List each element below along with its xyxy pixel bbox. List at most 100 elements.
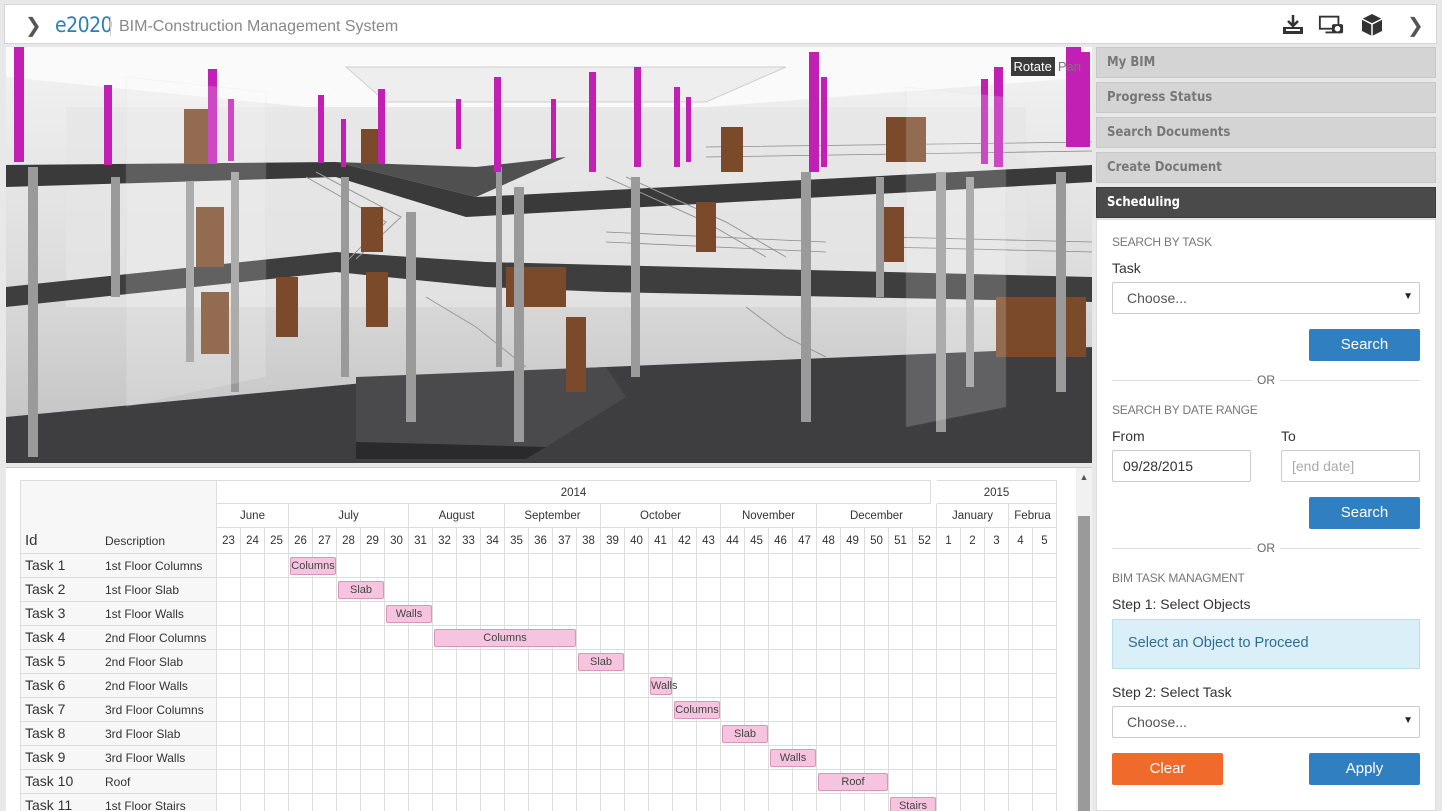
grid-cell [985,626,1009,650]
pan-mode-button[interactable]: Pan [1055,57,1084,76]
section-create-document[interactable]: Create Document [1096,152,1436,183]
grid-cell [457,650,481,674]
task-select[interactable]: Choose... ▼ [1112,282,1420,314]
task-bar[interactable]: Walls [386,605,432,623]
grid-cell [601,674,625,698]
grid-cell [793,770,817,794]
grid-cell [385,770,409,794]
task-bar[interactable]: Walls [650,677,677,695]
grid-cell [457,722,481,746]
table-row[interactable]: Task 1 1st Floor Columns [20,554,217,578]
task-bar[interactable]: Columns [290,557,336,575]
apply-button[interactable]: Apply [1309,753,1420,785]
table-row[interactable]: Task 10 Roof [20,770,217,794]
top-bar: ❯ e2020 BIM-Construction Management Syst… [4,4,1437,44]
grid-cell [961,578,985,602]
table-row[interactable]: Task 3 1st Floor Walls [20,602,217,626]
task-id: Task 2 [25,581,66,597]
column-header-id: Id [25,532,38,549]
task-id: Task 10 [25,773,74,789]
grid-cell [865,674,889,698]
grid-cell [601,698,625,722]
section-progress-status[interactable]: Progress Status [1096,82,1436,113]
grid-cell [625,578,649,602]
week-header: 49 [841,528,865,554]
grid-cell [865,794,889,811]
grid-cell [409,554,433,578]
table-row[interactable]: Task 11 1st Floor Stairs [20,794,217,811]
grid-cell [913,650,937,674]
table-row[interactable]: Task 2 1st Floor Slab [20,578,217,602]
grid-cell [673,794,697,811]
grid-cell [745,626,769,650]
from-date-input[interactable]: 09/28/2015 [1112,450,1251,482]
grid-cell [553,650,577,674]
screenshot-icon[interactable] [1318,13,1344,37]
task-bar[interactable]: Slab [722,725,768,743]
grid-cell [409,674,433,698]
step2-task-select[interactable]: Choose... ▼ [1112,706,1420,738]
grid-cell [265,626,289,650]
search-by-date-title: SEARCH BY DATE RANGE [1112,403,1258,417]
task-bar[interactable]: Slab [578,653,624,671]
task-description: 3rd Floor Slab [105,727,181,741]
grid-cell [577,770,601,794]
bim-3d-viewer[interactable]: Rotate Pan [6,47,1092,463]
table-row[interactable]: Task 9 3rd Floor Walls [20,746,217,770]
grid-cell [937,746,961,770]
task-id: Task 3 [25,605,66,621]
grid-cell [457,554,481,578]
grid-cell [385,698,409,722]
search-by-task-button[interactable]: Search [1309,329,1420,361]
section-search-documents[interactable]: Search Documents [1096,117,1436,148]
section-my-bim[interactable]: My BIM [1096,47,1436,78]
grid-cell [697,722,721,746]
grid-cell [553,770,577,794]
task-bar[interactable]: Columns [674,701,720,719]
expand-chevron-icon[interactable]: ❯ [25,13,42,37]
grid-cell [457,602,481,626]
table-row[interactable]: Task 4 2nd Floor Columns [20,626,217,650]
grid-cell [241,698,265,722]
scroll-up-arrow-icon[interactable]: ▲ [1076,472,1092,482]
chevron-right-icon[interactable]: ❯ [1407,13,1424,37]
task-bar[interactable]: Stairs [890,797,936,811]
grid-cell [625,722,649,746]
grid-cell [505,578,529,602]
grid-cell [817,602,841,626]
cube-icon[interactable] [1359,13,1385,37]
search-by-date-button[interactable]: Search [1309,497,1420,529]
to-date-input[interactable]: [end date] [1281,450,1420,482]
week-header: 38 [577,528,601,554]
section-scheduling[interactable]: Scheduling [1096,187,1436,218]
grid-cell [577,554,601,578]
grid-cell [1033,698,1057,722]
task-bar[interactable]: Slab [338,581,384,599]
rotate-mode-button[interactable]: Rotate [1010,57,1055,76]
brand-logo[interactable]: e2020 [55,13,113,37]
grid-cell [241,722,265,746]
table-row[interactable]: Task 5 2nd Floor Slab [20,650,217,674]
grid-cell [265,650,289,674]
grid-cell [577,578,601,602]
grid-cell [721,602,745,626]
task-bar[interactable]: Walls [770,749,816,767]
grid-cell [289,626,313,650]
grid-cell [601,626,625,650]
month-header: December [817,504,937,528]
bim-task-title: BIM TASK MANAGMENT [1112,571,1245,585]
task-bar[interactable]: Roof [818,773,888,791]
grid-cell [673,626,697,650]
table-row[interactable]: Task 7 3rd Floor Columns [20,698,217,722]
grid-cell [361,746,385,770]
grid-cell [361,674,385,698]
table-row[interactable]: Task 8 3rd Floor Slab [20,722,217,746]
clear-button[interactable]: Clear [1112,753,1223,785]
download-icon[interactable] [1280,13,1306,37]
grid-cell [625,602,649,626]
task-bar[interactable]: Columns [434,629,576,647]
table-row[interactable]: Task 6 2nd Floor Walls [20,674,217,698]
grid-cell [793,626,817,650]
gantt-scrollbar[interactable]: ▲ [1076,468,1092,811]
scroll-thumb[interactable] [1078,516,1090,811]
